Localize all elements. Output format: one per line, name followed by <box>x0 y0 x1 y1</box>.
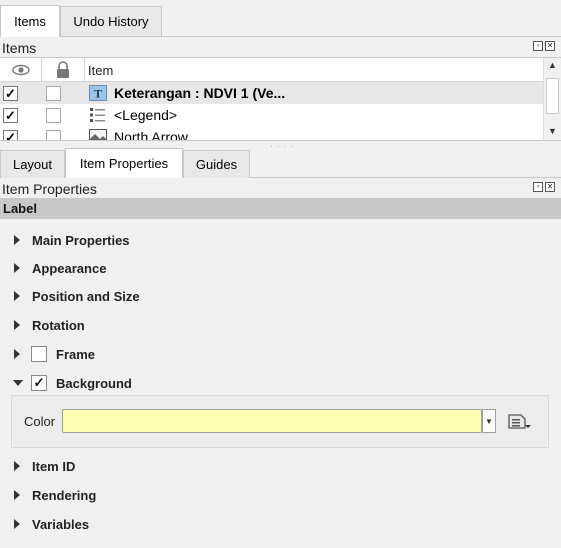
lock-checkbox[interactable] <box>46 107 61 123</box>
scroll-down-icon[interactable]: ▼ <box>548 126 557 136</box>
section-appearance[interactable]: Appearance <box>0 257 561 279</box>
background-checkbox[interactable]: ✓ <box>31 375 47 391</box>
close-panel-icon[interactable]: ✕ <box>545 182 555 192</box>
lock-icon <box>57 61 69 78</box>
background-settings-group: Color ▼ <box>11 395 549 448</box>
tab-undo-history-label: Undo History <box>73 14 149 29</box>
section-rotation[interactable]: Rotation <box>0 314 561 336</box>
section-label: Background <box>56 375 132 391</box>
expand-arrow-icon <box>14 235 20 245</box>
frame-checkbox[interactable] <box>31 346 47 362</box>
visibility-cell: ✓ <box>3 126 18 140</box>
expand-arrow-icon <box>14 519 20 529</box>
tab-guides[interactable]: Guides <box>183 150 250 178</box>
row-label: Keterangan : NDVI 1 (Ve... <box>114 85 286 101</box>
lock-cell <box>46 104 61 126</box>
item-column-header[interactable]: Item <box>85 58 543 82</box>
chevron-down-icon: ▼ <box>485 416 493 426</box>
expand-arrow-icon <box>14 291 20 301</box>
visibility-checkbox[interactable]: ✓ <box>3 85 18 101</box>
scroll-up-icon[interactable]: ▲ <box>548 60 557 70</box>
float-panel-icon[interactable]: ▫ <box>533 41 543 51</box>
section-main-properties[interactable]: Main Properties <box>0 229 561 251</box>
tabbar-divider <box>0 36 561 37</box>
section-rendering[interactable]: Rendering <box>0 484 561 506</box>
text-label-icon: T <box>89 82 107 104</box>
color-dropdown-button[interactable]: ▼ <box>482 409 496 433</box>
expand-arrow-icon <box>14 349 20 359</box>
data-defined-override-button[interactable] <box>505 410 533 432</box>
lock-cell <box>46 126 61 140</box>
section-frame[interactable]: Frame <box>0 343 561 365</box>
table-row[interactable]: ✓ <Legend> <box>0 104 543 126</box>
expand-arrow-icon <box>14 461 20 471</box>
section-label: Position and Size <box>32 288 140 304</box>
tab-items-label: Items <box>14 14 46 29</box>
expand-arrow-icon <box>14 320 20 330</box>
legend-icon <box>89 104 107 126</box>
item-type-header: Label <box>0 198 561 219</box>
items-table: Item ✓ T Keterangan : NDVI 1 (Ve... ✓ <L… <box>0 57 561 141</box>
eye-icon <box>11 64 30 76</box>
visibility-cell: ✓ <box>3 82 18 104</box>
items-dock-buttons: ▫ ✕ <box>533 41 555 51</box>
section-label: Rendering <box>32 487 97 503</box>
tab-layout[interactable]: Layout <box>0 150 65 178</box>
row-label: North Arrow <box>114 129 188 141</box>
tab-layout-label: Layout <box>12 157 53 172</box>
table-row[interactable]: ✓ North Arrow <box>0 126 543 141</box>
section-variables[interactable]: Variables <box>0 513 561 535</box>
tab-undo-history[interactable]: Undo History <box>60 6 162 36</box>
lock-cell <box>46 82 61 104</box>
float-panel-icon[interactable]: ▫ <box>533 182 543 192</box>
visibility-column-header[interactable] <box>0 58 42 82</box>
properties-dock-buttons: ▫ ✕ <box>533 182 555 192</box>
section-label: Item ID <box>32 458 76 474</box>
color-button[interactable] <box>62 409 482 433</box>
section-label: Main Properties <box>32 232 130 248</box>
item-column-label: Item <box>88 62 114 78</box>
section-label: Appearance <box>32 260 107 276</box>
bottom-tabbar: Layout Item Properties Guides <box>0 146 561 178</box>
section-label: Frame <box>56 346 96 362</box>
item-properties-title: Item Properties <box>2 181 97 197</box>
section-label: Variables <box>32 516 90 532</box>
color-label: Color <box>24 414 56 429</box>
tab-guides-label: Guides <box>195 157 238 172</box>
picture-icon <box>89 126 107 140</box>
row-label: <Legend> <box>114 107 178 123</box>
tab-item-properties[interactable]: Item Properties <box>65 148 183 178</box>
lock-column-header[interactable] <box>42 58 85 82</box>
section-item-id[interactable]: Item ID <box>0 455 561 477</box>
lock-checkbox[interactable] <box>46 129 61 140</box>
items-scrollbar[interactable]: ▲ ▼ <box>543 58 561 140</box>
top-tabbar: Items Undo History <box>0 0 561 37</box>
collapse-arrow-icon <box>13 380 23 386</box>
table-row[interactable]: ✓ T Keterangan : NDVI 1 (Ve... <box>0 82 543 104</box>
close-panel-icon[interactable]: ✕ <box>545 41 555 51</box>
data-defined-override-icon <box>508 414 531 429</box>
expand-arrow-icon <box>14 263 20 273</box>
svg-text:T: T <box>94 87 102 101</box>
expand-arrow-icon <box>14 490 20 500</box>
section-background[interactable]: ✓ Background <box>0 372 561 394</box>
items-table-header: Item <box>0 58 543 82</box>
tab-item-properties-label: Item Properties <box>79 156 169 171</box>
lock-checkbox[interactable] <box>46 85 61 101</box>
tab-items[interactable]: Items <box>0 5 60 37</box>
items-panel-title: Items <box>2 40 37 56</box>
visibility-checkbox[interactable]: ✓ <box>3 107 18 123</box>
visibility-checkbox[interactable]: ✓ <box>3 129 18 140</box>
section-position-and-size[interactable]: Position and Size <box>0 285 561 307</box>
visibility-cell: ✓ <box>3 104 18 126</box>
scroll-thumb[interactable] <box>546 78 559 114</box>
section-label: Rotation <box>32 317 85 333</box>
